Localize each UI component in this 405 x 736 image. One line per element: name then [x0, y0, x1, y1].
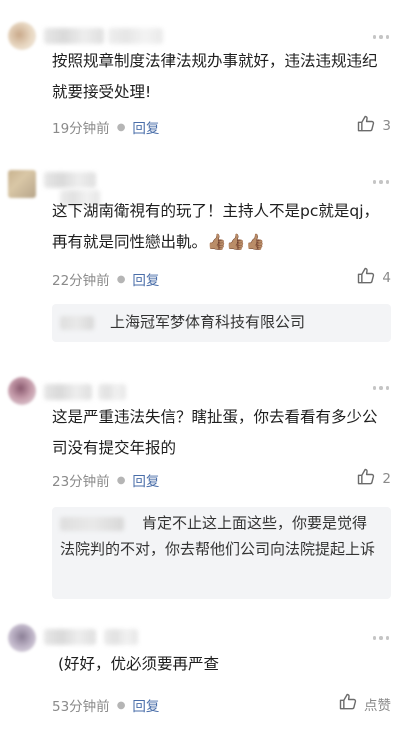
- avatar[interactable]: [8, 624, 36, 652]
- reply-preview[interactable]: 上海冠军梦体育科技有限公司: [52, 304, 391, 342]
- like-count: 3: [382, 118, 391, 134]
- comment-time: 19分钟前: [52, 121, 110, 137]
- like-button[interactable]: 点赞: [338, 692, 391, 716]
- username-blurred: [104, 629, 138, 645]
- more-options-icon[interactable]: [371, 34, 391, 40]
- comment-text: 这是严重违法失信？瞎扯蛋，你去看看有多少公司没有提交年报的: [52, 408, 378, 457]
- comment-meta: 53分钟前 ● 回复: [52, 695, 159, 715]
- thumbs-up-icon: [356, 266, 376, 290]
- comment-text: (好好，优必须要再严查: [58, 655, 220, 673]
- like-count: 4: [382, 270, 391, 286]
- avatar[interactable]: [8, 22, 36, 50]
- comment-meta: 23分钟前 ● 回复: [52, 470, 159, 490]
- more-options-icon[interactable]: [371, 385, 391, 391]
- comment-meta: 22分钟前 ● 回复: [52, 269, 159, 289]
- username-blurred[interactable]: [44, 384, 92, 400]
- avatar[interactable]: [8, 377, 36, 405]
- separator-dot: ●: [116, 474, 126, 486]
- more-options-icon[interactable]: [371, 635, 391, 641]
- reply-preview[interactable]: 肯定不止这上面这些，你要是觉得法院判的不对，你去帮他们公司向法院提起上诉: [52, 507, 391, 599]
- comment-text: 这下湖南衛視有的玩了！主持人不是pc就是qj，再有就是同性戀出軌。👍🏽👍🏽👍🏽: [52, 202, 380, 251]
- like-button[interactable]: 2: [356, 467, 391, 491]
- reply-username-blurred: [60, 316, 94, 330]
- comment-item: 这是严重违法失信？瞎扯蛋，你去看看有多少公司没有提交年报的 23分钟前 ● 回复…: [0, 365, 405, 615]
- reply-button[interactable]: 回复: [132, 695, 159, 715]
- comment-time: 22分钟前: [52, 273, 110, 289]
- reply-text: 上海冠军梦体育科技有限公司: [110, 313, 306, 331]
- separator-dot: ●: [116, 699, 126, 711]
- username-blurred: [108, 28, 163, 44]
- separator-dot: ●: [116, 273, 126, 285]
- comment-meta: 19分钟前 ● 回复: [52, 117, 159, 137]
- thumbs-up-icon: [356, 467, 376, 491]
- comment-text: 按照规章制度法律法规办事就好，违法违规违纪就要接受处理!: [52, 52, 378, 101]
- username-blurred[interactable]: [44, 28, 104, 44]
- comment-item: 按照规章制度法律法规办事就好，违法违规违纪就要接受处理! 19分钟前 ● 回复 …: [0, 0, 405, 150]
- username-blurred[interactable]: [44, 629, 96, 645]
- avatar[interactable]: [8, 170, 36, 198]
- comment-item: (好好，优必须要再严查 53分钟前 ● 回复 点赞: [0, 615, 405, 736]
- reply-button[interactable]: 回复: [132, 470, 159, 490]
- like-button[interactable]: 3: [356, 114, 391, 138]
- like-label: 点赞: [364, 698, 391, 714]
- username-blurred: [98, 384, 126, 400]
- reply-button[interactable]: 回复: [132, 117, 159, 137]
- comment-time: 53分钟前: [52, 699, 110, 715]
- thumbs-up-icon: [338, 692, 358, 716]
- thumbs-up-icon: [356, 114, 376, 138]
- reply-button[interactable]: 回复: [132, 269, 159, 289]
- more-options-icon[interactable]: [371, 179, 391, 185]
- like-button[interactable]: 4: [356, 266, 391, 290]
- comment-time: 23分钟前: [52, 474, 110, 490]
- username-blurred[interactable]: [44, 172, 96, 188]
- like-count: 2: [382, 471, 391, 487]
- comment-item: 这下湖南衛視有的玩了！主持人不是pc就是qj，再有就是同性戀出軌。👍🏽👍🏽👍🏽 …: [0, 150, 405, 365]
- separator-dot: ●: [116, 121, 126, 133]
- reply-text: 肯定不止这上面这些，你要是觉得法院判的不对，你去帮他们公司向法院提起上诉: [60, 514, 376, 558]
